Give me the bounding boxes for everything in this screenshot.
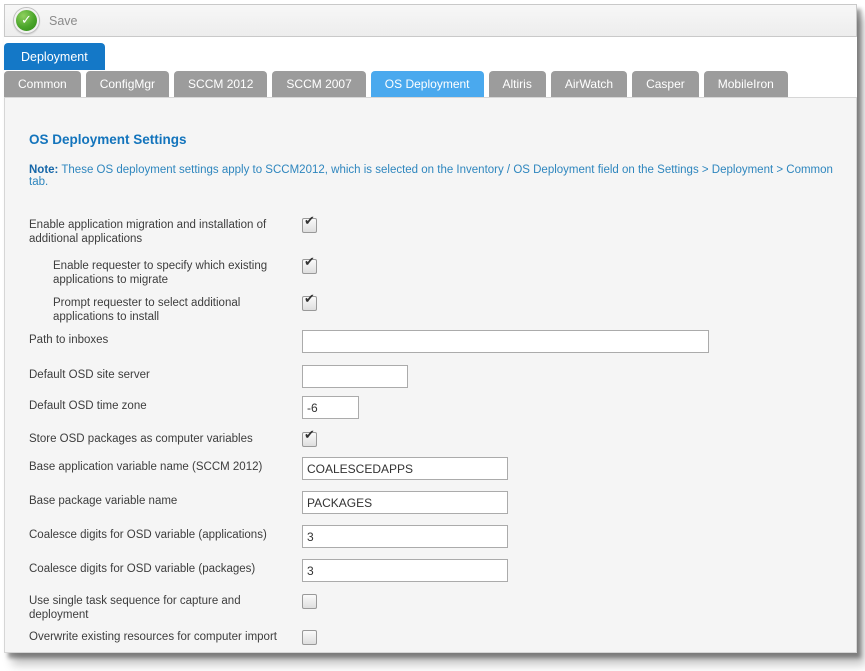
default-osd-site-server-input[interactable] <box>302 365 408 388</box>
field-label: Default OSD site server <box>24 365 302 382</box>
form-row: Path to inboxes <box>24 330 848 353</box>
check-glyph: ✓ <box>21 13 32 26</box>
form-row: Store OSD packages as computer variables <box>24 431 848 447</box>
settings-form: Enable application migration and install… <box>24 217 848 653</box>
field-label: Default OSD time zone <box>24 396 302 413</box>
form-row: Use single task sequence for capture and… <box>24 593 848 622</box>
coalesce-digits-applications-input[interactable] <box>302 525 508 548</box>
checkbox-enable-requester-specify[interactable] <box>302 259 317 274</box>
tab-casper[interactable]: Casper <box>632 71 699 97</box>
path-to-inboxes-input[interactable] <box>302 330 709 353</box>
note-text: These OS deployment settings apply to SC… <box>29 164 833 188</box>
form-row: Prompt requester to select additional ap… <box>24 295 848 324</box>
field-label: Prompt requester to select additional ap… <box>24 295 302 324</box>
content-panel: OS Deployment Settings Note: These OS de… <box>4 97 857 653</box>
field-label: Store OSD packages as computer variables <box>24 431 302 446</box>
form-row: Base package variable name <box>24 491 848 514</box>
field-label: Coalesce digits for OSD variable (applic… <box>24 525 302 542</box>
field-label: Base application variable name (SCCM 201… <box>24 457 302 474</box>
form-row: Default OSD time zone <box>24 396 848 419</box>
form-row: Coalesce digits for OSD variable (packag… <box>24 559 848 582</box>
field-label: Overwrite existing resources for compute… <box>24 629 302 644</box>
note: Note: These OS deployment settings apply… <box>29 164 848 188</box>
field-label: Base package variable name <box>24 491 302 508</box>
field-label: Use single task sequence for capture and… <box>24 593 302 622</box>
coalesce-digits-packages-input[interactable] <box>302 559 508 582</box>
base-application-variable-input[interactable] <box>302 457 508 480</box>
tab-sccm-2007[interactable]: SCCM 2007 <box>272 71 365 97</box>
default-osd-time-zone-input[interactable] <box>302 396 359 419</box>
checkbox-enable-app-migration[interactable] <box>302 218 317 233</box>
form-row: Enable requester to specify which existi… <box>24 258 848 287</box>
tab-common[interactable]: Common <box>4 71 81 97</box>
tab-os-deployment[interactable]: OS Deployment <box>371 71 484 97</box>
form-row: Default OSD site server <box>24 365 848 388</box>
tab-mobileiron[interactable]: MobileIron <box>704 71 788 97</box>
field-label: Path to inboxes <box>24 330 302 347</box>
save-check-icon: ✓ <box>14 8 39 33</box>
tab-configmgr[interactable]: ConfigMgr <box>86 71 169 97</box>
field-label: Enable application migration and install… <box>24 217 302 246</box>
sub-tab-row: Common ConfigMgr SCCM 2012 SCCM 2007 OS … <box>4 71 857 97</box>
checkbox-overwrite-existing[interactable] <box>302 630 317 645</box>
tab-sccm-2012[interactable]: SCCM 2012 <box>174 71 267 97</box>
note-label: Note: <box>29 164 58 176</box>
tab-deployment[interactable]: Deployment <box>4 43 105 70</box>
tab-airwatch[interactable]: AirWatch <box>551 71 627 97</box>
save-button[interactable]: ✓ Save <box>14 8 78 33</box>
field-label: Coalesce digits for OSD variable (packag… <box>24 559 302 576</box>
field-label: Enable requester to specify which existi… <box>24 258 302 287</box>
base-package-variable-input[interactable] <box>302 491 508 514</box>
settings-window: ✓ Save Deployment Common ConfigMgr SCCM … <box>4 4 857 653</box>
checkbox-single-task-sequence[interactable] <box>302 594 317 609</box>
page-title: OS Deployment Settings <box>29 132 848 147</box>
form-row: Base application variable name (SCCM 201… <box>24 457 848 480</box>
form-row: Overwrite existing resources for compute… <box>24 629 848 645</box>
form-row: Coalesce digits for OSD variable (applic… <box>24 525 848 548</box>
checkbox-prompt-requester[interactable] <box>302 296 317 311</box>
form-row: Enable application migration and install… <box>24 217 848 246</box>
main-tab-row: Deployment <box>4 43 857 70</box>
save-label: Save <box>49 14 78 28</box>
checkbox-store-osd-packages[interactable] <box>302 432 317 447</box>
toolbar: ✓ Save <box>4 4 857 37</box>
tab-altiris[interactable]: Altiris <box>489 71 546 97</box>
